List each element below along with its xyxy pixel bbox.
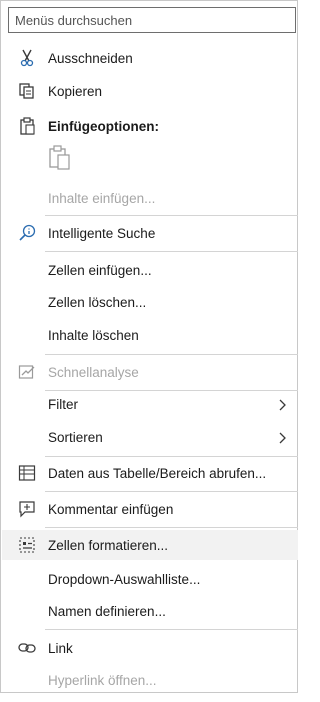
- separator: [45, 215, 298, 216]
- menu-item-clear-contents[interactable]: Inhalte löschen: [2, 320, 298, 350]
- paste-options-label: Einfügeoptionen:: [48, 118, 159, 134]
- paste-options-header: Einfügeoptionen:: [2, 111, 298, 141]
- separator: [45, 629, 298, 630]
- menu-item-cut[interactable]: Ausschneiden: [2, 43, 298, 73]
- open-hyperlink-label: Hyperlink öffnen...: [48, 672, 157, 688]
- separator: [45, 354, 298, 355]
- copy-icon: [17, 82, 37, 100]
- scissors-icon: [17, 49, 37, 67]
- menu-item-filter[interactable]: Filter: [2, 389, 298, 419]
- link-icon: [17, 639, 37, 657]
- menu-item-paste-special[interactable]: Inhalte einfügen...: [2, 183, 298, 213]
- clear-contents-label: Inhalte löschen: [48, 327, 139, 343]
- table-icon: [17, 464, 37, 482]
- delete-cells-label: Zellen löschen...: [48, 294, 147, 310]
- menu-item-copy[interactable]: Kopieren: [2, 76, 298, 106]
- paste-icon: [48, 144, 72, 176]
- menu-item-link[interactable]: Link: [2, 633, 298, 663]
- menu-item-sort[interactable]: Sortieren: [2, 422, 298, 452]
- menu-item-get-data[interactable]: Daten aus Tabelle/Bereich abrufen...: [2, 458, 298, 488]
- filter-label: Filter: [48, 396, 78, 412]
- format-cells-icon: [17, 536, 37, 554]
- menu-item-insert-comment[interactable]: Kommentar einfügen: [2, 494, 298, 524]
- insert-cells-label: Zellen einfügen...: [48, 262, 152, 278]
- menu-item-define-name[interactable]: Namen definieren...: [2, 596, 298, 626]
- dropdown-list-label: Dropdown-Auswahlliste...: [48, 571, 201, 587]
- clipboard-icon: [17, 117, 37, 135]
- quick-analysis-icon: [17, 363, 37, 381]
- separator: [45, 527, 298, 528]
- separator: [45, 251, 298, 252]
- smart-lookup-icon: [17, 224, 37, 242]
- define-name-label: Namen definieren...: [48, 603, 166, 619]
- paste-special-label: Inhalte einfügen...: [48, 190, 156, 206]
- menu-item-smart-lookup[interactable]: Intelligente Suche: [2, 218, 298, 248]
- get-data-label: Daten aus Tabelle/Bereich abrufen...: [48, 465, 267, 481]
- menu-item-insert-cells[interactable]: Zellen einfügen...: [2, 255, 298, 285]
- quick-analysis-label: Schnellanalyse: [48, 364, 139, 380]
- chevron-right-icon: [276, 431, 288, 444]
- chevron-right-icon: [276, 398, 288, 411]
- menu-item-dropdown-list[interactable]: Dropdown-Auswahlliste...: [2, 564, 298, 594]
- separator: [45, 456, 298, 457]
- search-menus-input[interactable]: [8, 7, 296, 33]
- menu-item-open-hyperlink[interactable]: Hyperlink öffnen...: [2, 665, 298, 695]
- copy-label: Kopieren: [48, 83, 103, 99]
- menu-item-quick-analysis[interactable]: Schnellanalyse: [2, 357, 298, 387]
- context-menu: Ausschneiden Kopieren Einfügeoptionen: I…: [0, 0, 298, 693]
- paste-option-button[interactable]: [45, 143, 75, 177]
- insert-comment-label: Kommentar einfügen: [48, 501, 174, 517]
- format-cells-label: Zellen formatieren...: [48, 537, 169, 553]
- separator: [45, 491, 298, 492]
- comment-icon: [17, 500, 37, 518]
- cut-label: Ausschneiden: [48, 50, 133, 66]
- sort-label: Sortieren: [48, 429, 103, 445]
- menu-item-format-cells[interactable]: Zellen formatieren...: [2, 530, 298, 560]
- menu-item-delete-cells[interactable]: Zellen löschen...: [2, 287, 298, 317]
- smart-lookup-label: Intelligente Suche: [48, 225, 156, 241]
- link-label: Link: [48, 640, 73, 656]
